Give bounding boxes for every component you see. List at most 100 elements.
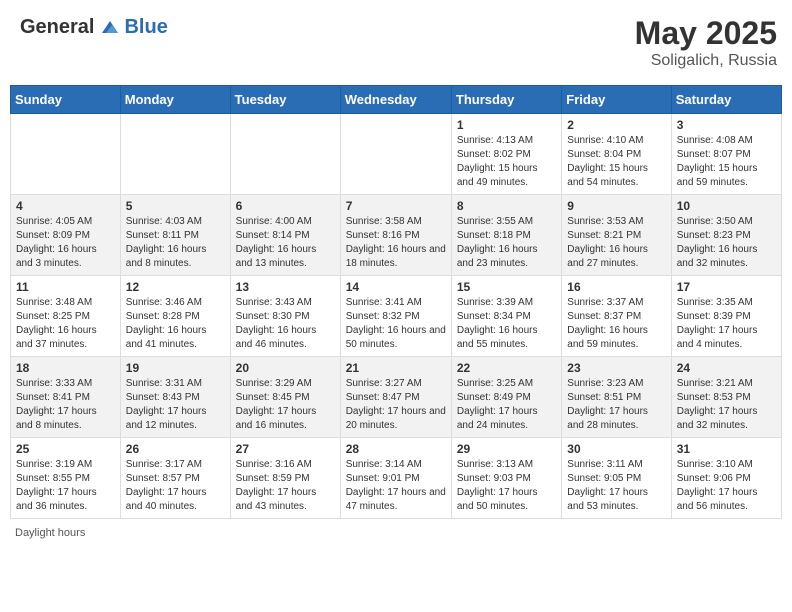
calendar-cell: 24 Sunrise: 3:21 AMSunset: 8:53 PMDayligh…: [671, 357, 781, 438]
day-number: 27: [236, 442, 335, 456]
calendar-cell: 2 Sunrise: 4:10 AMSunset: 8:04 PMDaylight…: [562, 114, 671, 195]
calendar-cell: 19 Sunrise: 3:31 AMSunset: 8:43 PMDayligh…: [120, 357, 230, 438]
day-number: 15: [457, 280, 556, 294]
logo-general: General: [20, 16, 94, 39]
calendar-cell: 20Sunrise: 3:29 AMSunset: 8:45 PMDayligh…: [230, 357, 340, 438]
day-number: 8: [457, 199, 556, 213]
calendar-cell: 31 Sunrise: 3:10 AMSunset: 9:06 PMDayligh…: [671, 438, 781, 519]
page-header: General Blue May 2025 Soligalich, Russia: [10, 10, 782, 75]
day-number: 21: [346, 361, 446, 375]
calendar-cell: 28 Sunrise: 3:14 AMSunset: 9:01 PMDayligh…: [340, 438, 451, 519]
weekday-header-thursday: Thursday: [451, 86, 561, 114]
day-number: 17: [677, 280, 776, 294]
day-info: Sunrise: 3:39 AMSunset: 8:34 PMDaylight:…: [457, 296, 556, 352]
calendar-cell: 1 Sunrise: 4:13 AMSunset: 8:02 PMDaylight…: [451, 114, 561, 195]
day-number: 30: [567, 442, 665, 456]
calendar-cell: 29Sunrise: 3:13 AMSunset: 9:03 PMDayligh…: [451, 438, 561, 519]
logo-blue: Blue: [124, 16, 167, 39]
day-number: 14: [346, 280, 446, 294]
day-info: Sunrise: 3:53 AMSunset: 8:21 PMDaylight:…: [567, 215, 665, 271]
day-number: 23: [567, 361, 665, 375]
day-number: 5: [126, 199, 225, 213]
day-info: Sunrise: 3:19 AMSunset: 8:55 PMDaylight:…: [16, 458, 115, 514]
calendar-cell: 14 Sunrise: 3:41 AMSunset: 8:32 PMDayligh…: [340, 276, 451, 357]
day-number: 31: [677, 442, 776, 456]
month-year-title: May 2025: [635, 15, 777, 52]
day-info: Sunrise: 3:21 AMSunset: 8:53 PMDaylight:…: [677, 377, 776, 433]
day-number: 19: [126, 361, 225, 375]
day-info: Sunrise: 3:43 AMSunset: 8:30 PMDaylight:…: [236, 296, 335, 352]
weekday-header-sunday: Sunday: [11, 86, 121, 114]
weekday-header-tuesday: Tuesday: [230, 86, 340, 114]
calendar-cell: 4 Sunrise: 4:05 AMSunset: 8:09 PMDaylight…: [11, 195, 121, 276]
day-info: Sunrise: 3:35 AMSunset: 8:39 PMDaylight:…: [677, 296, 776, 352]
week-row-2: 4 Sunrise: 4:05 AMSunset: 8:09 PMDaylight…: [11, 195, 782, 276]
calendar-cell: 13 Sunrise: 3:43 AMSunset: 8:30 PMDayligh…: [230, 276, 340, 357]
day-info: Sunrise: 3:17 AMSunset: 8:57 PMDaylight:…: [126, 458, 225, 514]
calendar-cell: 11 Sunrise: 3:48 AMSunset: 8:25 PMDayligh…: [11, 276, 121, 357]
day-info: Sunrise: 3:16 AMSunset: 8:59 PMDaylight:…: [236, 458, 335, 514]
day-number: 24: [677, 361, 776, 375]
location-subtitle: Soligalich, Russia: [635, 52, 777, 70]
day-number: 11: [16, 280, 115, 294]
footer: Daylight hours: [10, 527, 782, 539]
week-row-4: 18 Sunrise: 3:33 AMSunset: 8:41 PMDayligh…: [11, 357, 782, 438]
week-row-5: 25Sunrise: 3:19 AMSunset: 8:55 PMDayligh…: [11, 438, 782, 519]
logo-icon: [98, 15, 122, 39]
day-info: Sunrise: 3:48 AMSunset: 8:25 PMDaylight:…: [16, 296, 115, 352]
day-info: Sunrise: 3:55 AMSunset: 8:18 PMDaylight:…: [457, 215, 556, 271]
day-info: Sunrise: 3:46 AMSunset: 8:28 PMDaylight:…: [126, 296, 225, 352]
calendar-cell: 9 Sunrise: 3:53 AMSunset: 8:21 PMDaylight…: [562, 195, 671, 276]
day-number: 13: [236, 280, 335, 294]
day-info: Sunrise: 3:50 AMSunset: 8:23 PMDaylight:…: [677, 215, 776, 271]
day-info: Sunrise: 4:08 AMSunset: 8:07 PMDaylight:…: [677, 134, 776, 190]
day-number: 12: [126, 280, 225, 294]
title-block: May 2025 Soligalich, Russia: [635, 15, 777, 70]
day-number: 29: [457, 442, 556, 456]
day-number: 10: [677, 199, 776, 213]
calendar-cell: 12 Sunrise: 3:46 AMSunset: 8:28 PMDayligh…: [120, 276, 230, 357]
day-info: Sunrise: 3:31 AMSunset: 8:43 PMDaylight:…: [126, 377, 225, 433]
calendar-cell: [11, 114, 121, 195]
daylight-label: Daylight hours: [15, 527, 85, 539]
weekday-header-monday: Monday: [120, 86, 230, 114]
day-number: 18: [16, 361, 115, 375]
day-number: 26: [126, 442, 225, 456]
calendar-cell: 15 Sunrise: 3:39 AMSunset: 8:34 PMDayligh…: [451, 276, 561, 357]
day-info: Sunrise: 3:10 AMSunset: 9:06 PMDaylight:…: [677, 458, 776, 514]
calendar-cell: 17 Sunrise: 3:35 AMSunset: 8:39 PMDayligh…: [671, 276, 781, 357]
day-number: 1: [457, 118, 556, 132]
day-info: Sunrise: 3:11 AMSunset: 9:05 PMDaylight:…: [567, 458, 665, 514]
day-number: 3: [677, 118, 776, 132]
day-info: Sunrise: 3:33 AMSunset: 8:41 PMDaylight:…: [16, 377, 115, 433]
calendar-cell: [120, 114, 230, 195]
calendar-cell: 27 Sunrise: 3:16 AMSunset: 8:59 PMDayligh…: [230, 438, 340, 519]
day-number: 2: [567, 118, 665, 132]
calendar-cell: 16 Sunrise: 3:37 AMSunset: 8:37 PMDayligh…: [562, 276, 671, 357]
calendar-cell: 25Sunrise: 3:19 AMSunset: 8:55 PMDayligh…: [11, 438, 121, 519]
day-info: Sunrise: 4:05 AMSunset: 8:09 PMDaylight:…: [16, 215, 115, 271]
day-number: 16: [567, 280, 665, 294]
calendar-cell: 5 Sunrise: 4:03 AMSunset: 8:11 PMDaylight…: [120, 195, 230, 276]
logo: General Blue: [20, 15, 168, 39]
calendar-cell: 23Sunrise: 3:23 AMSunset: 8:51 PMDayligh…: [562, 357, 671, 438]
calendar-cell: 22Sunrise: 3:25 AMSunset: 8:49 PMDayligh…: [451, 357, 561, 438]
calendar-cell: 18 Sunrise: 3:33 AMSunset: 8:41 PMDayligh…: [11, 357, 121, 438]
calendar-cell: 8 Sunrise: 3:55 AMSunset: 8:18 PMDaylight…: [451, 195, 561, 276]
calendar-cell: 21Sunrise: 3:27 AMSunset: 8:47 PMDayligh…: [340, 357, 451, 438]
day-info: Sunrise: 3:41 AMSunset: 8:32 PMDaylight:…: [346, 296, 446, 352]
day-info: Sunrise: 3:14 AMSunset: 9:01 PMDaylight:…: [346, 458, 446, 514]
day-info: Sunrise: 3:37 AMSunset: 8:37 PMDaylight:…: [567, 296, 665, 352]
calendar-cell: [340, 114, 451, 195]
day-info: Sunrise: 4:03 AMSunset: 8:11 PMDaylight:…: [126, 215, 225, 271]
day-number: 9: [567, 199, 665, 213]
day-number: 28: [346, 442, 446, 456]
weekday-header-friday: Friday: [562, 86, 671, 114]
day-number: 4: [16, 199, 115, 213]
day-info: Sunrise: 4:10 AMSunset: 8:04 PMDaylight:…: [567, 134, 665, 190]
day-info: Sunrise: 4:13 AMSunset: 8:02 PMDaylight:…: [457, 134, 556, 190]
day-info: Sunrise: 3:25 AMSunset: 8:49 PMDaylight:…: [457, 377, 556, 433]
calendar-cell: 30 Sunrise: 3:11 AMSunset: 9:05 PMDayligh…: [562, 438, 671, 519]
week-row-1: 1 Sunrise: 4:13 AMSunset: 8:02 PMDaylight…: [11, 114, 782, 195]
day-info: Sunrise: 4:00 AMSunset: 8:14 PMDaylight:…: [236, 215, 335, 271]
